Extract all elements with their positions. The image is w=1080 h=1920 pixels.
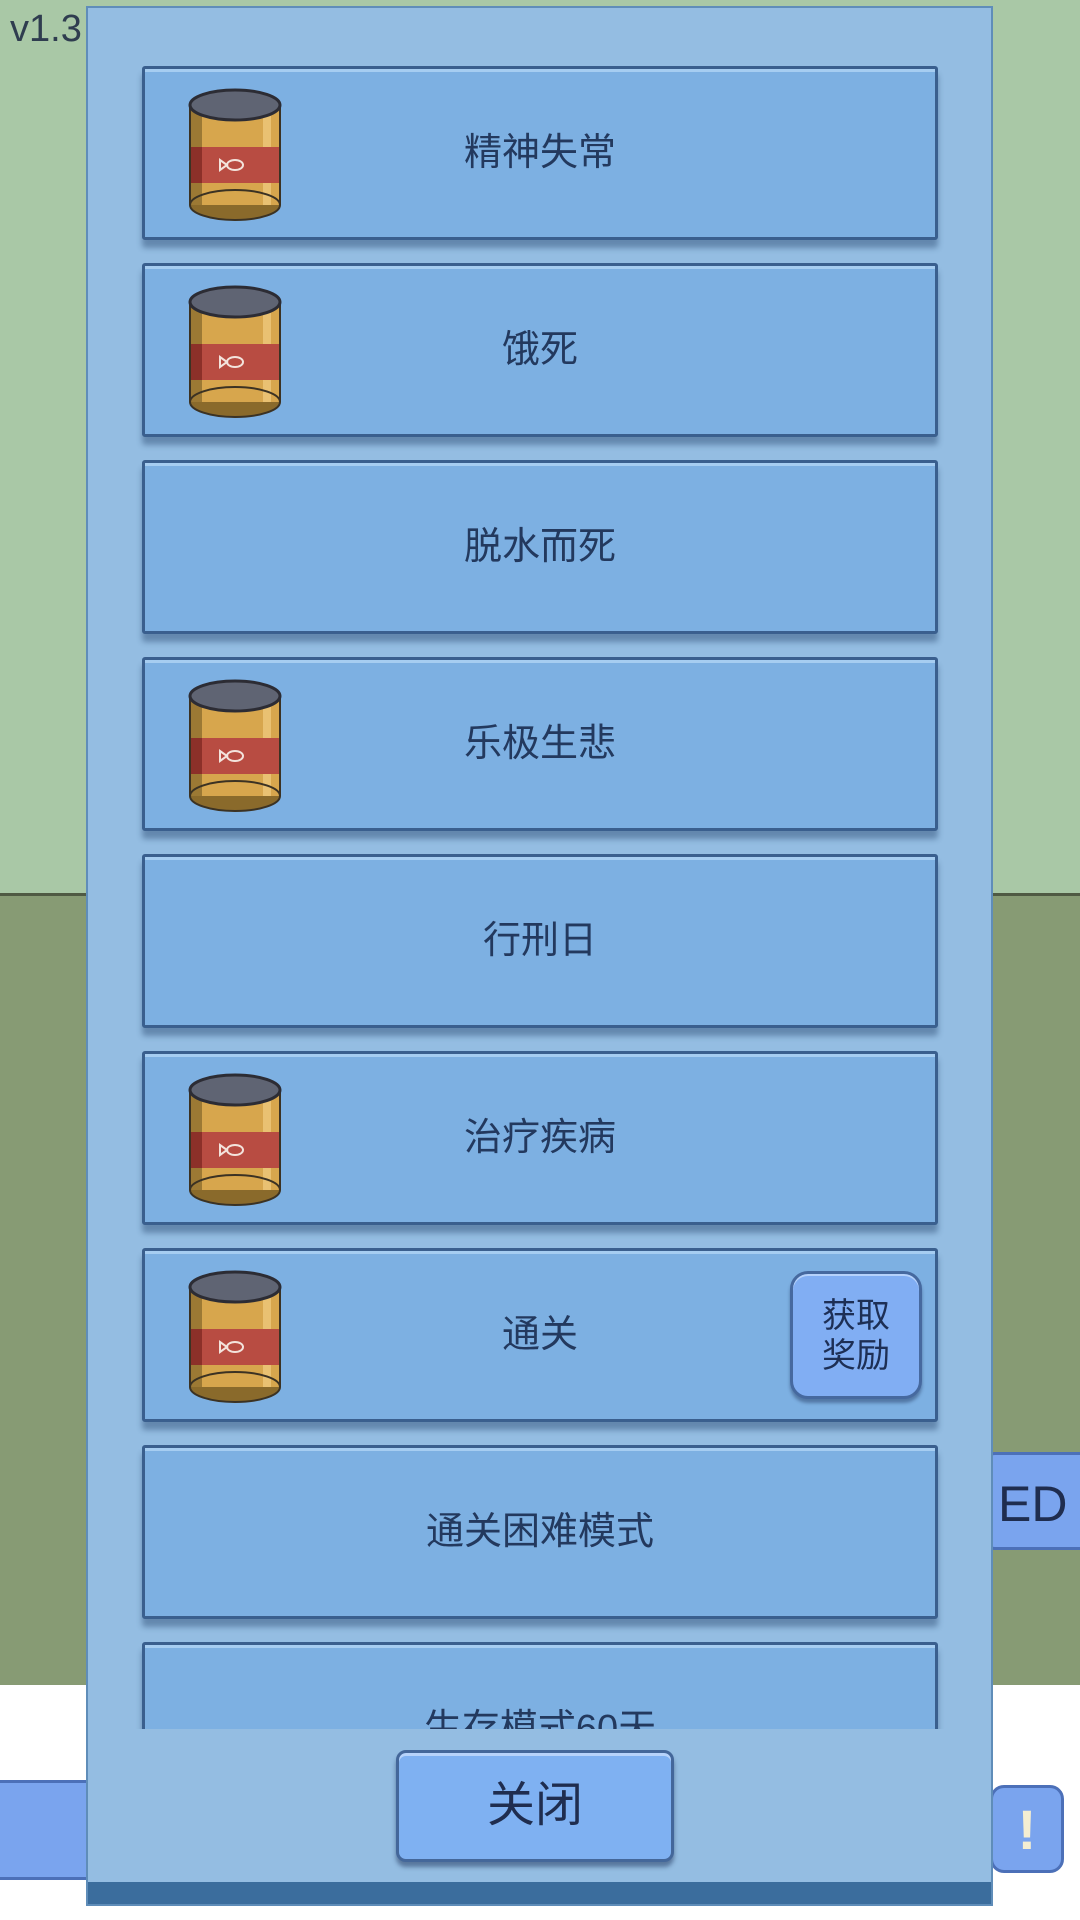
achievement-title: 脱水而死 — [463, 526, 616, 568]
achievements-dialog: 精神失常 饿死 脱水而死 乐极生悲 行刑日 治疗疾病 通关 获取 奖励 通关困难… — [86, 6, 993, 1906]
achievement-title: 治疗疾病 — [463, 1117, 616, 1159]
achievement-row-2: 饿死 — [142, 263, 938, 437]
claim-reward-button[interactable]: 获取 奖励 — [790, 1271, 922, 1399]
achievement-row-1: 精神失常 — [142, 66, 938, 240]
reward-button-line-2: 奖励 — [822, 1337, 890, 1375]
background-left-button — [0, 1780, 100, 1880]
achievement-row-6: 治疗疾病 — [142, 1051, 938, 1225]
reward-button-line-1: 获取 — [822, 1297, 890, 1335]
achievement-row-9: 生存模式60天 — [142, 1642, 938, 1729]
achievement-row-4: 乐极生悲 — [142, 657, 938, 831]
achievement-title: 行刑日 — [482, 920, 597, 962]
achievement-title: 饿死 — [501, 329, 578, 371]
dialog-bottom-bar — [88, 1882, 991, 1904]
achievement-row-3: 脱水而死 — [142, 460, 938, 634]
achievement-row-5: 行刑日 — [142, 854, 938, 1028]
exclamation-icon: ! — [990, 1785, 1064, 1873]
version-label: v1.3 — [10, 8, 82, 50]
achievement-title: 乐极生悲 — [463, 723, 616, 765]
background-menu-button: ED — [985, 1452, 1080, 1550]
achievement-list[interactable]: 精神失常 饿死 脱水而死 乐极生悲 行刑日 治疗疾病 通关 获取 奖励 通关困难… — [88, 8, 991, 1729]
achievement-row-8: 通关困难模式 — [142, 1445, 938, 1619]
close-button[interactable]: 关闭 — [396, 1750, 674, 1862]
achievement-title: 精神失常 — [463, 132, 616, 174]
achievement-title: 通关困难模式 — [425, 1511, 654, 1553]
achievement-title: 生存模式60天 — [423, 1708, 657, 1729]
achievement-row-7: 通关 获取 奖励 — [142, 1248, 938, 1422]
